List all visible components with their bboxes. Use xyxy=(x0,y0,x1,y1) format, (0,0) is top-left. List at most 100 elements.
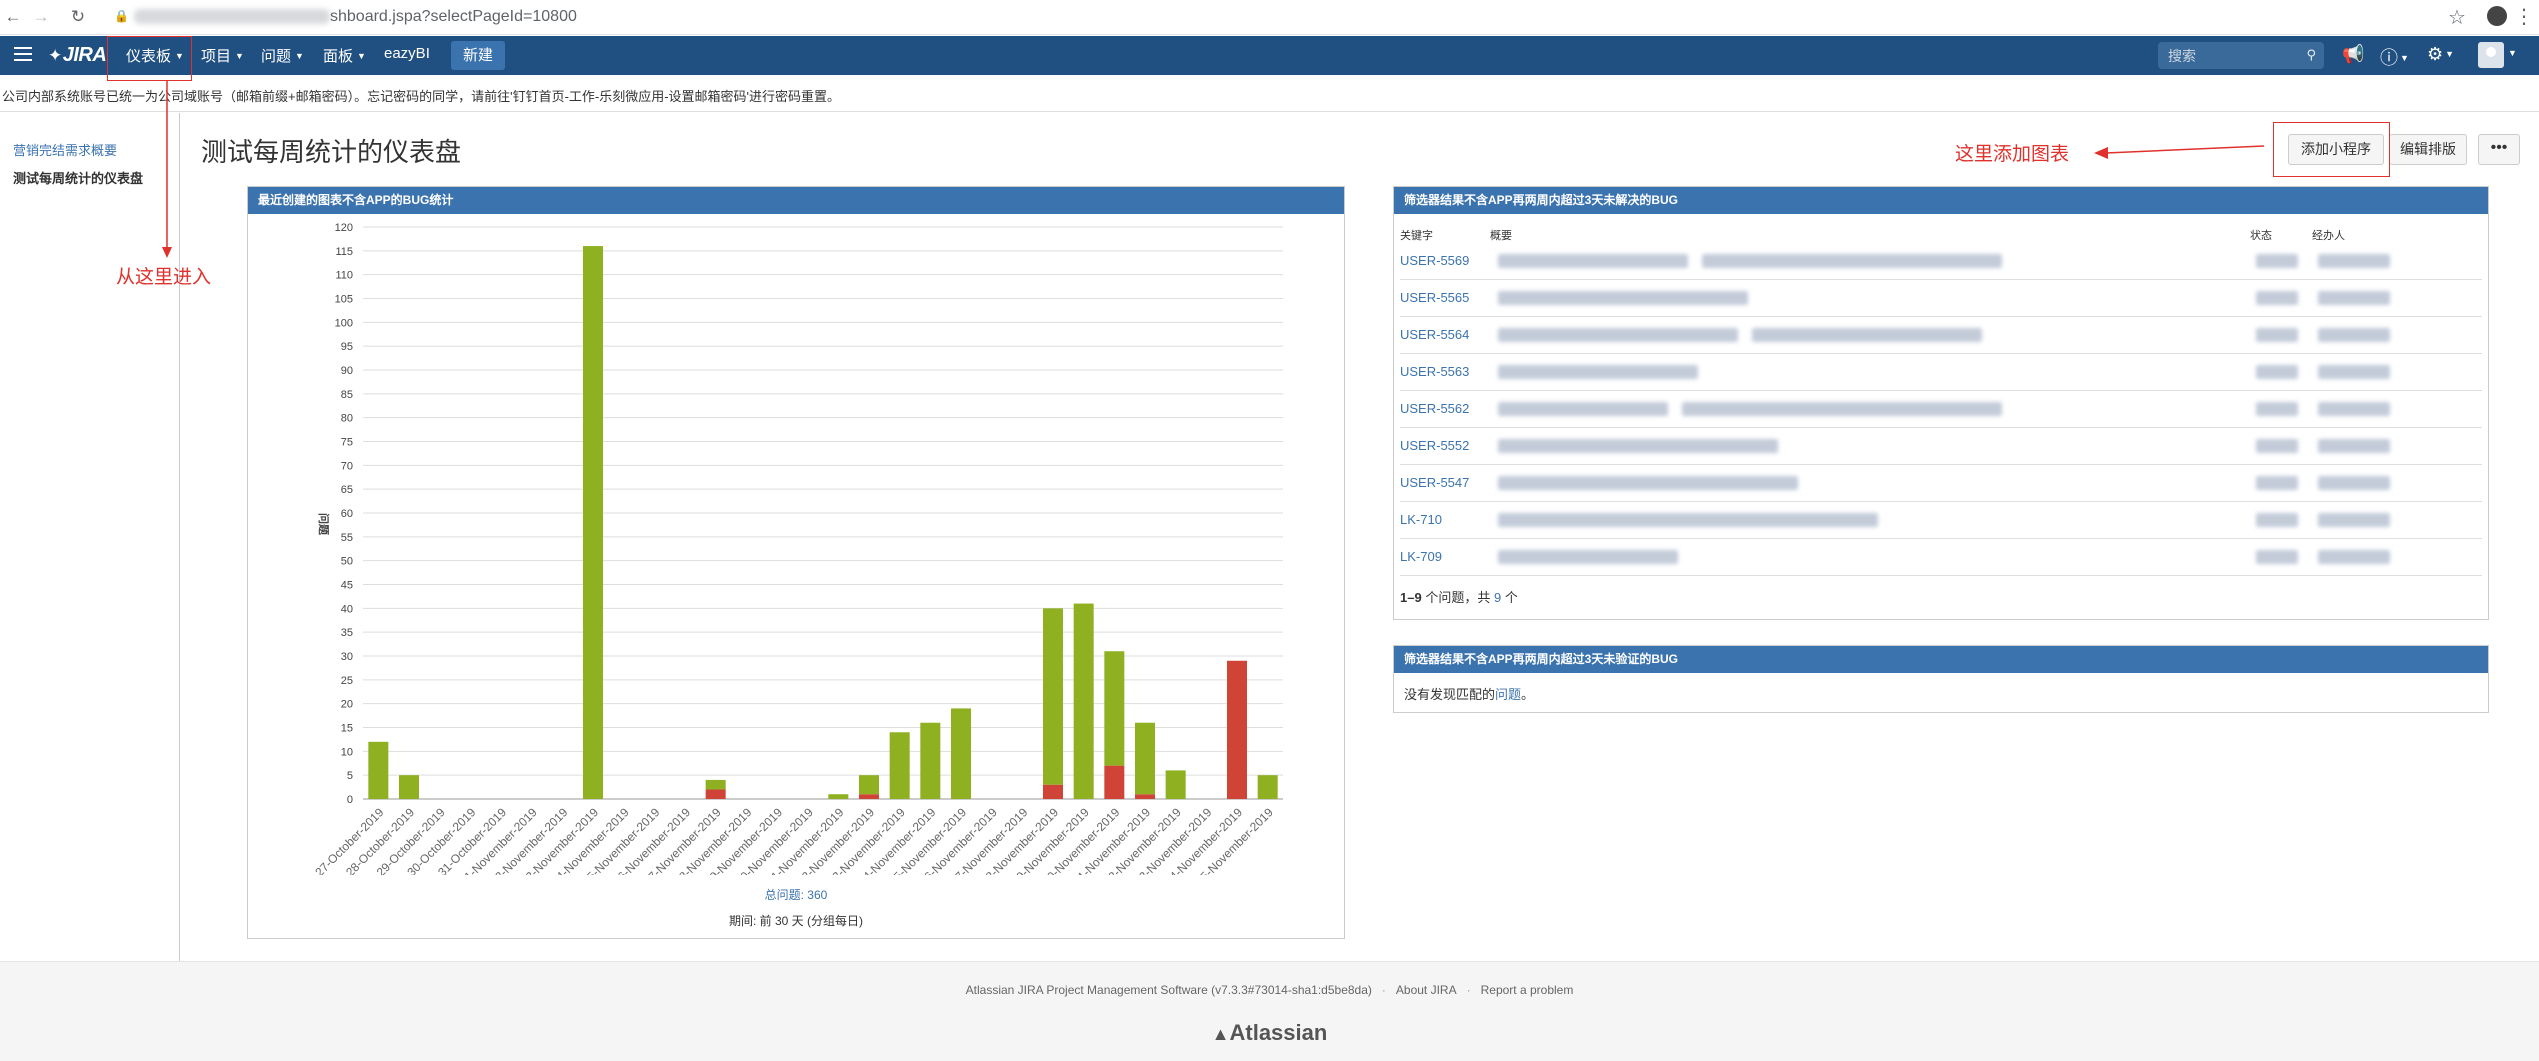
bar[interactable] xyxy=(1135,794,1155,799)
y-tick-label: 70 xyxy=(341,460,353,472)
issue-key-link[interactable]: USER-5563 xyxy=(1400,364,1469,379)
atlassian-logo[interactable]: ▲Atlassian xyxy=(0,1020,2539,1046)
address-bar[interactable]: shboard.jspa?selectPageId=10800 xyxy=(330,8,577,26)
nav-issues-label: 问题 xyxy=(261,48,292,65)
bookmark-star-icon[interactable]: ☆ xyxy=(2448,5,2466,30)
sidebar-item-current-dashboard[interactable]: 测试每周统计的仪表盘 xyxy=(13,168,143,187)
bar[interactable] xyxy=(920,722,941,799)
create-button[interactable]: 新建 xyxy=(451,41,506,70)
bar[interactable] xyxy=(705,779,726,790)
nav-eazybi[interactable]: eazyBI xyxy=(384,45,430,62)
more-actions-button[interactable]: ••• xyxy=(2478,134,2520,165)
app-switcher-icon[interactable] xyxy=(14,47,32,61)
bar[interactable] xyxy=(951,708,971,799)
column-assignee[interactable]: 经办人 xyxy=(2312,227,2345,243)
assignee-redacted xyxy=(2318,550,2390,564)
y-tick-label: 35 xyxy=(341,627,353,639)
issue-key-link[interactable]: USER-5564 xyxy=(1400,327,1469,342)
nav-boards[interactable]: 面板 ▼ xyxy=(323,45,366,66)
y-tick-label: 50 xyxy=(341,556,353,568)
table-row: USER-5562 xyxy=(1400,391,2482,428)
column-summary[interactable]: 概要 xyxy=(1490,227,1512,243)
jira-header: ✦JIRA 仪表板▼ 项目▼ 问题▼ 面板▼ eazyBI 新建 ⚲ 📢 ⓘ▼ … xyxy=(0,36,2539,75)
summary-redacted xyxy=(1498,402,1668,416)
nav-projects[interactable]: 项目 ▼ xyxy=(201,45,244,66)
table-row: USER-5552 xyxy=(1400,428,2482,465)
search-input[interactable] xyxy=(2168,48,2298,64)
bar[interactable] xyxy=(1043,608,1063,785)
column-status[interactable]: 状态 xyxy=(2250,227,2272,243)
issue-key-link[interactable]: USER-5562 xyxy=(1400,401,1469,416)
issues-gadget-title[interactable]: 筛选器结果不含APP再两周内超过3天未解决的BUG xyxy=(1394,187,2488,214)
chart-total-link[interactable]: 总问题: 360 xyxy=(248,886,1344,903)
annotation-add-chart-here: 这里添加图表 xyxy=(1955,144,2070,165)
bar[interactable] xyxy=(1257,775,1278,799)
column-key[interactable]: 关键字 xyxy=(1400,227,1433,243)
forward-arrow-icon[interactable]: → xyxy=(30,6,52,28)
unverified-gadget-title[interactable]: 筛选器结果不含APP再两周内超过3天未验证的BUG xyxy=(1394,646,2488,673)
bar[interactable] xyxy=(705,789,726,799)
issue-key-link[interactable]: USER-5552 xyxy=(1400,438,1469,453)
browser-profile-icon[interactable] xyxy=(2487,6,2507,26)
issue-key-link[interactable]: LK-710 xyxy=(1400,512,1442,527)
chart-gadget-title[interactable]: 最近创建的图表不含APP的BUG统计 xyxy=(248,187,1344,214)
issue-key-link[interactable]: USER-5547 xyxy=(1400,475,1469,490)
bar[interactable] xyxy=(828,794,849,799)
bar[interactable] xyxy=(1135,722,1155,795)
table-row: USER-5563 xyxy=(1400,354,2482,391)
status-redacted xyxy=(2256,328,2298,342)
y-tick-label: 100 xyxy=(335,317,353,329)
megaphone-icon[interactable]: 📢 xyxy=(2342,44,2364,65)
chevron-down-icon[interactable]: ▼ xyxy=(2508,48,2517,58)
issue-key-link[interactable]: LK-709 xyxy=(1400,549,1442,564)
footer-about-link[interactable]: About JIRA xyxy=(1396,983,1457,997)
search-box: ⚲ xyxy=(2158,42,2324,69)
status-redacted xyxy=(2256,550,2298,564)
bar[interactable] xyxy=(859,794,879,799)
bar[interactable] xyxy=(889,732,910,799)
gear-icon[interactable]: ⚙ ▼ xyxy=(2427,44,2454,65)
browser-menu-icon[interactable]: ⋮ xyxy=(2514,4,2534,29)
bar[interactable] xyxy=(1073,603,1094,799)
bar[interactable] xyxy=(859,775,879,795)
nav-projects-label: 项目 xyxy=(201,48,232,65)
edit-layout-button[interactable]: 编辑排版 xyxy=(2389,134,2467,165)
y-tick-label: 20 xyxy=(341,699,353,711)
pagination-total[interactable]: 9 xyxy=(1494,590,1501,605)
summary-redacted xyxy=(1498,550,1678,564)
summary-redacted xyxy=(1498,513,1878,527)
table-row: LK-709 xyxy=(1400,539,2482,576)
y-tick-label: 15 xyxy=(341,723,353,735)
assignee-redacted xyxy=(2318,365,2390,379)
unverified-issues-gadget: 筛选器结果不含APP再两周内超过3天未验证的BUG 没有发现匹配的问题。 xyxy=(1393,645,2489,713)
nav-issues[interactable]: 问题 ▼ xyxy=(261,45,304,66)
bar[interactable] xyxy=(1043,784,1063,799)
annotation-enter-here: 从这里进入 xyxy=(116,267,212,288)
user-avatar[interactable] xyxy=(2478,42,2504,68)
empty-message: 没有发现匹配的问题。 xyxy=(1404,684,1534,703)
back-arrow-icon[interactable]: ← xyxy=(2,6,24,28)
annotation-box-dashboard-nav xyxy=(107,36,192,81)
bar[interactable] xyxy=(1227,660,1247,799)
jira-logo[interactable]: ✦JIRA xyxy=(48,44,107,67)
bar[interactable] xyxy=(1104,651,1125,766)
search-icon[interactable]: ⚲ xyxy=(2306,47,2316,63)
y-tick-label: 75 xyxy=(341,437,353,449)
bar[interactable] xyxy=(368,741,389,799)
table-row: USER-5569 xyxy=(1400,243,2482,280)
help-icon[interactable]: ⓘ ▼ xyxy=(2380,44,2409,70)
issues-link[interactable]: 问题 xyxy=(1495,687,1521,702)
y-tick-label: 120 xyxy=(335,222,353,234)
assignee-redacted xyxy=(2318,328,2390,342)
bar[interactable] xyxy=(583,246,603,800)
sidebar-item-dashboard[interactable]: 营销完结需求概要 xyxy=(13,140,117,159)
bar[interactable] xyxy=(1165,770,1186,799)
issue-key-link[interactable]: USER-5565 xyxy=(1400,290,1469,305)
issue-key-link[interactable]: USER-5569 xyxy=(1400,253,1469,268)
bar[interactable] xyxy=(1104,765,1125,799)
reload-icon[interactable]: ↻ xyxy=(67,6,89,28)
bar[interactable] xyxy=(399,775,419,799)
lock-icon: 🔒 xyxy=(114,9,129,23)
footer-software[interactable]: Atlassian JIRA Project Management Softwa… xyxy=(966,983,1372,997)
footer-report-link[interactable]: Report a problem xyxy=(1481,983,1574,997)
